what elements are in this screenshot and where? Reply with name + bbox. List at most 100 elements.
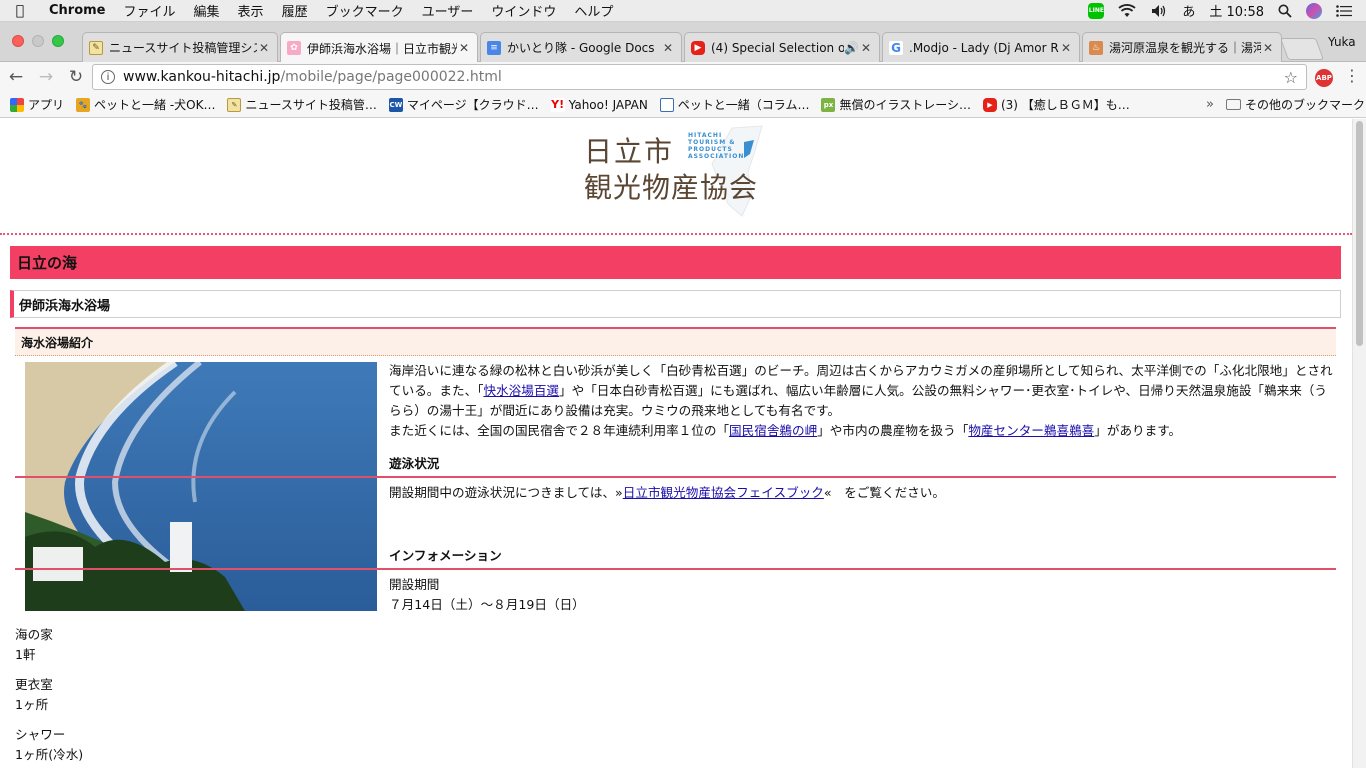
crowdworks-icon: CW bbox=[388, 97, 403, 112]
bookmark-label: アプリ bbox=[28, 98, 65, 112]
tab-yugawara-onsen[interactable]: ♨ 湯河原温泉を観光する｜湯河 ✕ bbox=[1082, 32, 1282, 62]
menu-history[interactable]: 履歴 bbox=[273, 1, 317, 20]
intro-text-part: また近くには、全国の国民宿舎で２８年連続利用率１位の「 bbox=[389, 423, 730, 438]
ime-indicator[interactable]: あ bbox=[1182, 1, 1195, 20]
scrollbar-thumb[interactable] bbox=[1356, 121, 1363, 346]
menu-app-name[interactable]: Chrome bbox=[40, 3, 115, 18]
line-app-icon[interactable]: LINE bbox=[1088, 2, 1105, 19]
pixabay-icon: px bbox=[821, 97, 836, 112]
zoom-window-button[interactable] bbox=[52, 35, 64, 47]
tab-title: 伊師浜海水浴場｜日立市観光 bbox=[307, 41, 457, 56]
onsen-icon: ♨ bbox=[1089, 40, 1103, 55]
window-controls bbox=[12, 35, 64, 47]
chrome-menu-icon[interactable]: ⋮ bbox=[1344, 66, 1360, 85]
tab-ishihama-beach[interactable]: ✿ 伊師浜海水浴場｜日立市観光 ✕ bbox=[280, 32, 478, 63]
menu-file[interactable]: ファイル bbox=[115, 1, 185, 20]
logo-text-association: 観光物産協会 bbox=[584, 171, 759, 204]
bookmark-youtube-bgm[interactable]: ▶ (3) 【癒しＢＧＭ】も… bbox=[982, 96, 1130, 113]
site-logo[interactable]: 日立市 HITACHI TOURISM & PRODUCTS ASSOCIATI… bbox=[580, 124, 780, 219]
intro-text: 海岸沿いに連なる緑の松林と白い砂浜が美しく「白砂青松百選」のビーチ。周辺は古くか… bbox=[389, 361, 1339, 441]
tab-title: かいとり隊 - Google Docs bbox=[507, 41, 655, 55]
menu-view[interactable]: 表示 bbox=[229, 1, 273, 20]
flower-icon: ✿ bbox=[287, 41, 301, 55]
tab-title: .Modjo - Lady (Dj Amor Re bbox=[909, 40, 1059, 55]
bookmark-illustration[interactable]: px 無償のイラストレーシ… bbox=[821, 96, 971, 113]
tab-modjo-lady[interactable]: G .Modjo - Lady (Dj Amor Re ✕ bbox=[882, 32, 1080, 62]
menu-user[interactable]: ユーザー bbox=[413, 1, 483, 20]
tab-close-icon[interactable]: ✕ bbox=[1059, 41, 1073, 55]
siri-icon[interactable] bbox=[1306, 2, 1322, 19]
profile-name[interactable]: Yuka bbox=[1328, 35, 1356, 49]
bookmark-label: ペットと一緒 -犬OK… bbox=[94, 98, 216, 112]
logo-en-line: PRODUCTS bbox=[688, 146, 733, 153]
header-divider bbox=[0, 233, 1352, 235]
notification-center-icon[interactable] bbox=[1336, 4, 1352, 17]
page-icon bbox=[659, 97, 674, 112]
logo-en-line: HITACHI bbox=[688, 132, 723, 139]
menu-window[interactable]: ウインドウ bbox=[482, 1, 565, 20]
bookmark-pet-dog[interactable]: 🐾 ペットと一緒 -犬OK… bbox=[76, 96, 215, 113]
kaisui-yokujo-100-link[interactable]: 快水浴場百選 bbox=[483, 383, 559, 398]
other-bookmarks[interactable]: その他のブックマーク bbox=[1226, 96, 1365, 113]
bookmark-star-icon[interactable]: ☆ bbox=[1284, 68, 1298, 87]
bookmark-news-admin[interactable]: ✎ ニュースサイト投稿管… bbox=[227, 96, 377, 113]
web-page: 日立市 HITACHI TOURISM & PRODUCTS ASSOCIATI… bbox=[0, 119, 1352, 768]
intro-heading: 海水浴場紹介 bbox=[15, 327, 1336, 356]
tab-google-docs[interactable]: ≡ かいとり隊 - Google Docs ✕ bbox=[480, 32, 682, 62]
adblock-plus-icon[interactable]: ABP bbox=[1315, 69, 1333, 87]
apps-grid-icon bbox=[10, 97, 24, 112]
facebook-link[interactable]: 日立市観光物産協会フェイスブック bbox=[623, 485, 824, 500]
bookmark-label: マイページ【クラウド… bbox=[406, 98, 539, 112]
bookmarks-overflow-chevron-icon[interactable]: » bbox=[1206, 97, 1214, 112]
menu-edit[interactable]: 編集 bbox=[185, 1, 229, 20]
tab-close-icon[interactable]: ✕ bbox=[257, 41, 271, 55]
bookmark-yahoo[interactable]: Y! Yahoo! JAPAN bbox=[550, 97, 648, 112]
tab-close-icon[interactable]: ✕ bbox=[457, 41, 471, 55]
bussan-center-link[interactable]: 物産センター鵜喜鵜喜 bbox=[968, 423, 1094, 438]
minimize-window-button[interactable] bbox=[32, 35, 44, 47]
address-bar[interactable]: i www.kankou-hitachi.jp/mobile/page/page… bbox=[92, 64, 1307, 90]
swim-text-part: 開設期間中の遊泳状況につきましては、» bbox=[389, 485, 623, 500]
tab-close-icon[interactable]: ✕ bbox=[859, 41, 873, 55]
tab-title: 湯河原温泉を観光する｜湯河 bbox=[1109, 41, 1261, 55]
new-tab-button[interactable] bbox=[1279, 38, 1325, 60]
info-divider bbox=[15, 568, 1336, 570]
notepad-icon: ✎ bbox=[89, 40, 103, 55]
tab-close-icon[interactable]: ✕ bbox=[661, 41, 675, 55]
logo-en-line: TOURISM & bbox=[688, 139, 736, 146]
page-scrollbar[interactable] bbox=[1352, 119, 1366, 768]
volume-icon[interactable] bbox=[1150, 4, 1168, 18]
period-value: ７月14日（土）～８月19日（日） bbox=[389, 597, 585, 612]
beach-photo bbox=[25, 362, 377, 611]
tab-title: (4) Special Selection of bbox=[711, 40, 845, 55]
unomisaki-link[interactable]: 国民宿舎鵜の岬 bbox=[729, 423, 817, 438]
audio-playing-icon[interactable]: 🔊 bbox=[844, 41, 859, 55]
apple-icon[interactable]:  bbox=[0, 3, 40, 19]
wifi-icon[interactable] bbox=[1118, 3, 1136, 18]
tab-close-icon[interactable]: ✕ bbox=[1261, 41, 1275, 55]
tab-news-admin[interactable]: ✎ ニュースサイト投稿管理シス ✕ bbox=[82, 32, 278, 62]
changing-room-label: 更衣室 bbox=[15, 677, 53, 692]
swim-text-part: « をご覧ください。 bbox=[823, 485, 945, 500]
umi-no-ie-label: 海の家 bbox=[15, 627, 53, 642]
spotlight-search-icon[interactable] bbox=[1278, 4, 1292, 18]
swim-status-text: 開設期間中の遊泳状況につきましては、»日立市観光物産協会フェイスブック« をご覧… bbox=[389, 483, 945, 503]
bookmark-apps[interactable]: アプリ bbox=[10, 96, 64, 113]
back-arrow-icon[interactable]: ← bbox=[2, 67, 30, 87]
info-icon[interactable]: i bbox=[101, 70, 115, 84]
tab-title: ニュースサイト投稿管理シス bbox=[109, 41, 257, 55]
youtube-icon: ▶ bbox=[982, 97, 997, 112]
bookmark-crowdworks[interactable]: CW マイページ【クラウド… bbox=[388, 96, 539, 113]
yahoo-icon: Y! bbox=[550, 97, 565, 112]
clock[interactable]: 土 10:58 bbox=[1209, 1, 1264, 20]
youtube-icon: ▶ bbox=[691, 40, 705, 55]
forward-arrow-icon[interactable]: → bbox=[32, 67, 60, 87]
menu-bookmarks[interactable]: ブックマーク bbox=[317, 1, 413, 20]
bookmark-pet-column[interactable]: ペットと一緒（コラム… bbox=[659, 96, 809, 113]
close-window-button[interactable] bbox=[12, 35, 24, 47]
reload-icon[interactable]: ↻ bbox=[62, 67, 90, 87]
bookmark-label: (3) 【癒しＢＧＭ】も… bbox=[1000, 98, 1130, 112]
bookmark-label: Yahoo! JAPAN bbox=[568, 97, 648, 112]
menu-help[interactable]: ヘルプ bbox=[565, 1, 622, 20]
tab-youtube-special-selection[interactable]: ▶ (4) Special Selection of 🔊 ✕ bbox=[684, 32, 880, 62]
